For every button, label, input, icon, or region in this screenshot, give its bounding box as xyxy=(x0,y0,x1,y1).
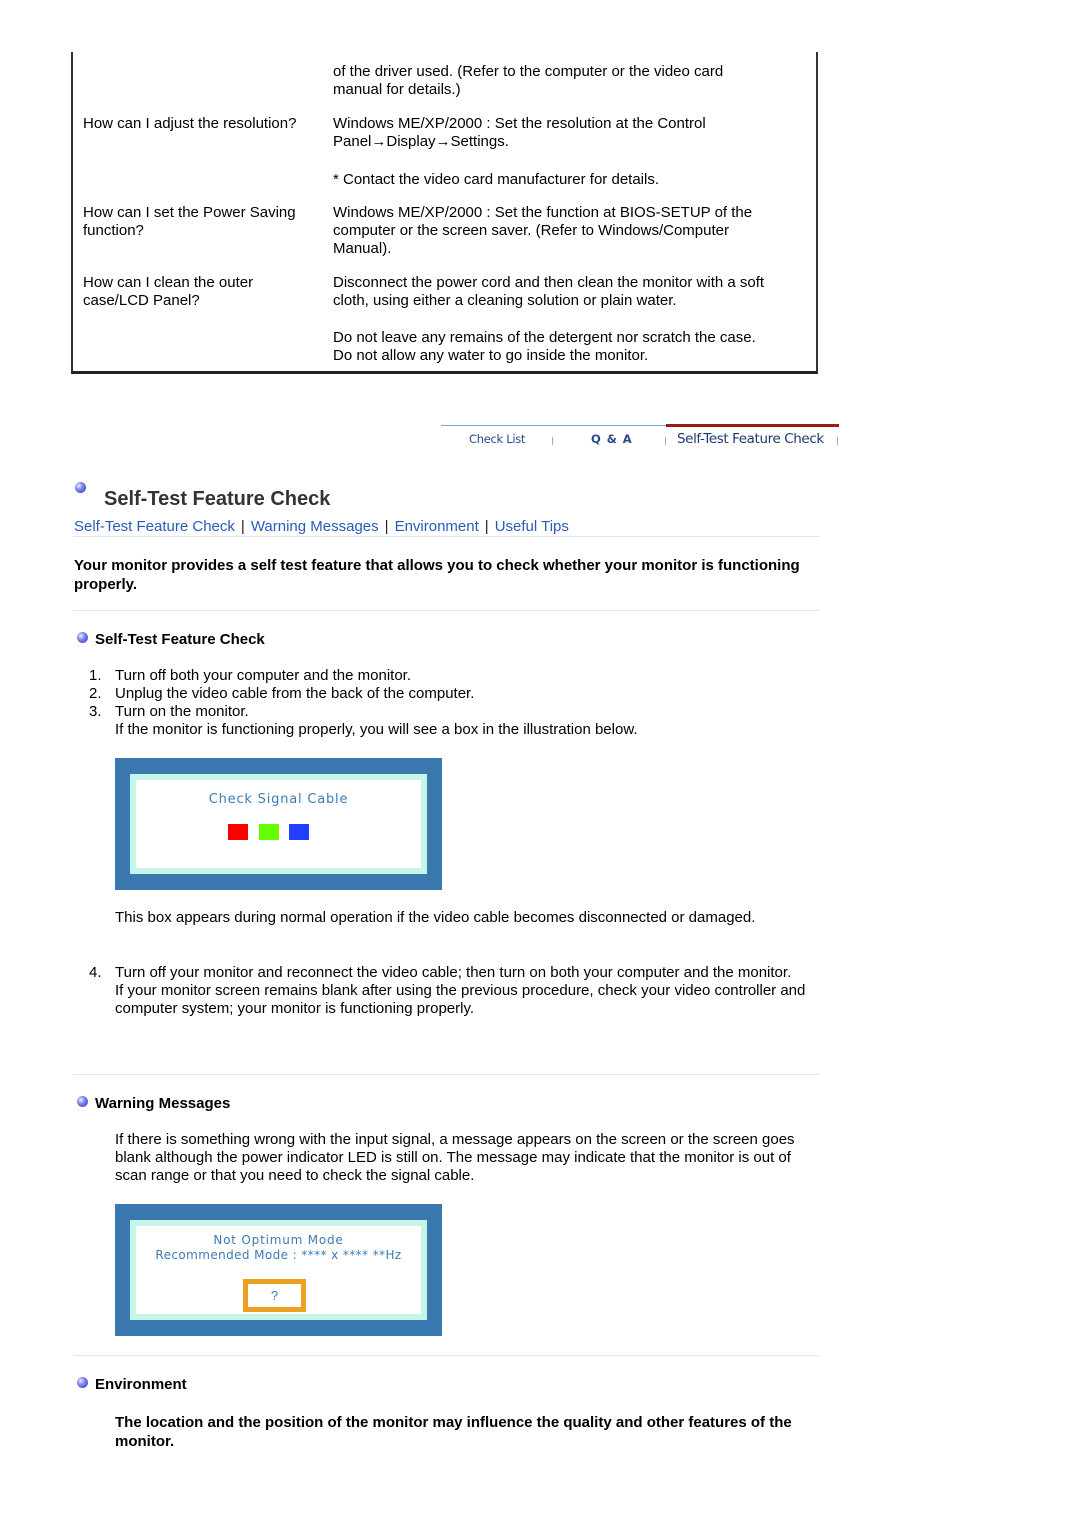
osd-window: Check Signal Cable xyxy=(130,774,427,874)
bullet-icon xyxy=(75,482,86,493)
bullet-icon xyxy=(77,1096,88,1107)
osd-recommended-mode: Recommended Mode : **** x **** **Hz xyxy=(155,1248,402,1262)
faq-question: How can I adjust the resolution? xyxy=(83,115,297,132)
faq-table: of the driver used. (Refer to the comput… xyxy=(71,52,818,374)
faq-answer: * Contact the video card manufacturer fo… xyxy=(333,171,660,188)
faq-answer: Do not leave any remains of the detergen… xyxy=(333,329,756,364)
subnav-link-self-test[interactable]: Self-Test Feature Check xyxy=(74,518,235,535)
page-title: Self-Test Feature Check xyxy=(104,488,331,510)
check-signal-cable-illustration: Check Signal Cable xyxy=(115,758,442,890)
environment-text: The location and the position of the mon… xyxy=(115,1414,792,1450)
osd-message: Check Signal Cable xyxy=(208,792,349,807)
subnav-link-environment[interactable]: Environment xyxy=(395,518,479,535)
osd-question-button: ? xyxy=(243,1279,306,1312)
warning-text: If there is something wrong with the inp… xyxy=(115,1131,795,1184)
subnav-separator: | xyxy=(384,518,389,535)
steps-list: 1. Turn off both your computer and the m… xyxy=(89,667,809,739)
subnav-link-useful-tips[interactable]: Useful Tips xyxy=(495,518,569,535)
tab-divider xyxy=(837,437,838,445)
section-heading-self-test: Self-Test Feature Check xyxy=(95,631,265,648)
bullet-icon xyxy=(77,1377,88,1388)
sub-navigation: Self-Test Feature Check | Warning Messages… xyxy=(74,518,569,535)
not-optimum-mode-illustration: Not Optimum Mode Recommended Mode : ****… xyxy=(115,1204,442,1336)
tab-q-and-a[interactable]: Q & A xyxy=(591,432,633,446)
divider xyxy=(73,1074,819,1075)
subnav-separator: | xyxy=(484,518,489,535)
list-item: 3. Turn on the monitor. If the monitor i… xyxy=(89,703,638,738)
tab-underline xyxy=(441,425,666,426)
list-item: 4. Turn off your monitor and reconnect t… xyxy=(89,964,806,1017)
subnav-separator: | xyxy=(240,518,245,535)
faq-answer: Disconnect the power cord and then clean… xyxy=(333,274,765,309)
faq-answer: Windows ME/XP/2000 : Set the function at… xyxy=(333,204,753,257)
red-square xyxy=(228,824,248,840)
faq-question: How can I set the Power Saving function? xyxy=(83,204,296,239)
faq-question: How can I clean the outer case/LCD Panel… xyxy=(83,274,254,309)
faq-answer: of the driver used. (Refer to the comput… xyxy=(333,63,724,98)
divider xyxy=(73,610,819,611)
section-heading-environment: Environment xyxy=(95,1376,187,1393)
divider xyxy=(73,536,819,537)
list-item: 1. Turn off both your computer and the m… xyxy=(89,667,412,684)
section-heading-warning-messages: Warning Messages xyxy=(95,1095,231,1112)
divider xyxy=(73,1355,819,1356)
after-box-text: This box appears during normal operation… xyxy=(115,909,756,926)
intro-text: Your monitor provides a self test featur… xyxy=(74,557,800,593)
steps-list: 4. Turn off your monitor and reconnect t… xyxy=(89,964,809,1018)
tab-divider xyxy=(552,437,553,445)
tab-self-test-feature-check[interactable]: Self-Test Feature Check xyxy=(677,431,824,447)
tab-divider xyxy=(665,437,666,445)
subnav-link-warning-messages[interactable]: Warning Messages xyxy=(251,518,379,535)
green-square xyxy=(259,824,279,840)
active-tab-indicator xyxy=(666,424,839,427)
section-tabs: Check List Q & A Self-Test Feature Check xyxy=(441,424,839,455)
blue-square xyxy=(289,824,309,840)
osd-message: Not Optimum Mode xyxy=(213,1233,344,1247)
faq-answer: Windows ME/XP/2000 : Set the resolution … xyxy=(333,115,706,150)
osd-window: Not Optimum Mode Recommended Mode : ****… xyxy=(130,1220,427,1320)
tab-check-list[interactable]: Check List xyxy=(469,432,525,446)
bullet-icon xyxy=(77,632,88,643)
list-item: 2. Unplug the video cable from the back … xyxy=(89,685,475,702)
